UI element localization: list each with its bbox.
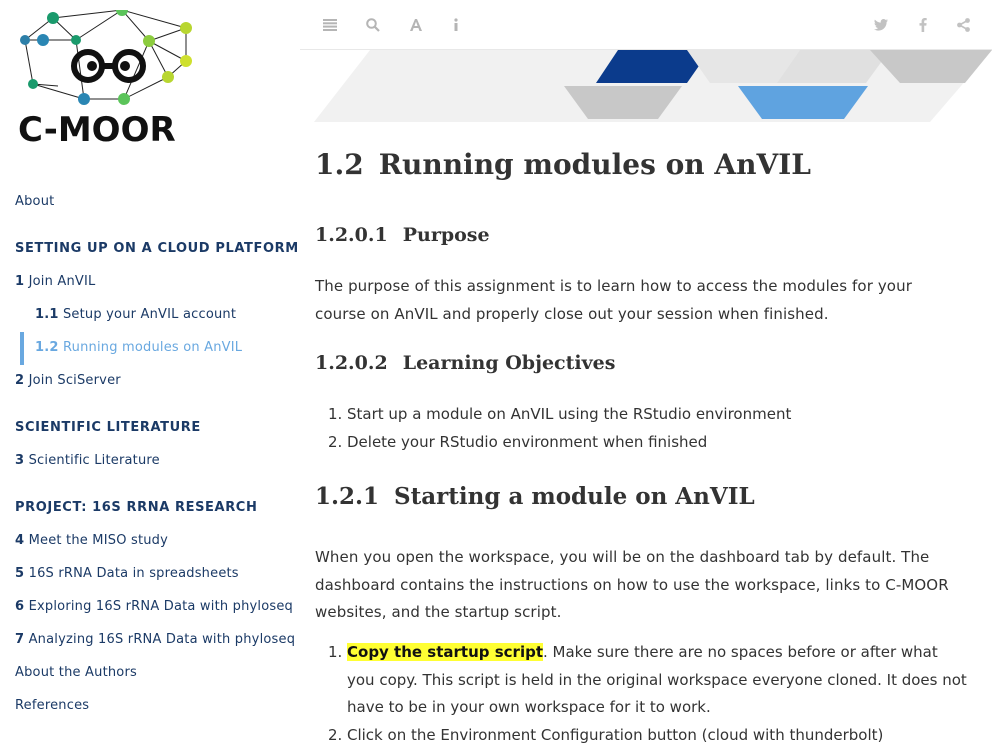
sidebar-item-running-modules-on-anvil[interactable]: 1.2 Running modules on AnVIL — [35, 340, 242, 355]
purpose-paragraph: The purpose of this assignment is to lea… — [315, 277, 912, 323]
sidebar-item-label: Join AnVIL — [28, 274, 96, 289]
section-number: 1.2.0.2 — [315, 352, 388, 374]
sidebar-item-label: Setup your AnVIL account — [62, 307, 237, 322]
starting-heading: 1.2.1 Starting a module on AnVIL — [315, 483, 755, 510]
font-settings-icon[interactable] — [406, 15, 426, 35]
c-moor-logo[interactable]: C-MOOR — [18, 10, 208, 160]
search-icon[interactable] — [363, 15, 383, 35]
sidebar-item-references[interactable]: References — [15, 698, 89, 713]
active-nav-indicator — [20, 332, 24, 365]
sidebar: C-MOOR About SETTING UP ON A CLOUD PLATFO… — [0, 0, 300, 744]
sidebar-item-analyzing-16s-rrna-data-with-phyloseq[interactable]: 7 Analyzing 16S rRNA Data with phyloseq — [15, 632, 295, 647]
sidebar-item-number: 2 — [15, 373, 25, 388]
twitter-icon[interactable] — [871, 15, 891, 35]
sidebar-item-label: 16S rRNA Data in spreadsheets — [28, 566, 239, 581]
list-item: 1. Start up a module on AnVIL using the R… — [315, 401, 970, 429]
sidebar-item-number: 6 — [15, 599, 25, 614]
highlighted-text: Copy the startup script — [347, 643, 543, 661]
sidebar-item-about[interactable]: About — [15, 194, 54, 209]
heading-text: Purpose — [402, 224, 490, 246]
sidebar-item-label: About the Authors — [15, 665, 137, 680]
section-number: 1.2.1 — [315, 483, 380, 510]
sidebar-item-join-sciserver[interactable]: 2 Join SciServer — [15, 373, 121, 388]
list-item: 2. Delete your RStudio environment when f… — [315, 429, 970, 457]
section-number: 1.2 — [315, 148, 364, 181]
sidebar-item-join-anvil[interactable]: 1 Join AnVIL — [15, 274, 95, 289]
objectives-heading: 1.2.0.2 Learning Objectives — [315, 352, 615, 374]
info-icon[interactable] — [446, 15, 466, 35]
list-item-text: Click on the Environment Configuration b… — [347, 725, 884, 744]
sidebar-section-header: SCIENTIFIC LITERATURE — [15, 420, 201, 435]
list-marker: 1. — [328, 643, 343, 661]
sidebar-item-label: Meet the MISO study — [28, 533, 169, 548]
list-item: 1. Copy the startup script. Make sure the… — [315, 639, 970, 722]
share-icon[interactable] — [953, 15, 973, 35]
list-marker: 2. — [328, 725, 343, 744]
page-title: 1.2 Running modules on AnVIL — [315, 148, 811, 181]
list-item-text: Start up a module on AnVIL using the RSt… — [347, 405, 792, 423]
sidebar-item-number: 1 — [15, 274, 25, 289]
sidebar-item-label: Scientific Literature — [28, 453, 160, 468]
list-marker: 1. — [328, 405, 343, 423]
sidebar-item-setup-your-anvil-account[interactable]: 1.1 Setup your AnVIL account — [35, 307, 236, 322]
list-item-text: Delete your RStudio environment when fin… — [347, 432, 708, 451]
sidebar-item-number: 4 — [15, 533, 25, 548]
title-text: Running modules on AnVIL — [378, 148, 811, 181]
heading-text: Learning Objectives — [402, 352, 616, 374]
facebook-icon[interactable] — [913, 15, 933, 35]
sidebar-item-number: 5 — [15, 566, 25, 581]
sidebar-item-scientific-literature[interactable]: 3 Scientific Literature — [15, 453, 160, 468]
objectives-list: 1. Start up a module on AnVIL using the R… — [315, 401, 970, 456]
steps-list: 1. Copy the startup script. Make sure the… — [315, 639, 970, 744]
chapter-banner-image — [314, 50, 992, 122]
sidebar-section-header: PROJECT: 16S RRNA RESEARCH — [15, 500, 258, 515]
sidebar-item-number: 1.1 — [35, 307, 59, 322]
list-item: 2. Click on the Environment Configuration… — [315, 722, 970, 744]
sidebar-item-label: Exploring 16S rRNA Data with phyloseq — [28, 599, 294, 614]
list-marker: 2. — [328, 432, 343, 451]
logo-text: C-MOOR — [18, 110, 176, 150]
sidebar-item-about-the-authors[interactable]: About the Authors — [15, 665, 137, 680]
sidebar-item-label: About — [15, 194, 55, 209]
heading-text: Starting a module on AnVIL — [394, 483, 755, 510]
section-number: 1.2.0.1 — [315, 224, 388, 246]
sidebar-item-number: 1.2 — [35, 340, 59, 355]
starting-paragraph: When you open the workspace, you will be… — [315, 548, 949, 621]
sidebar-item-16s-rrna-data-in-spreadsheets[interactable]: 5 16S rRNA Data in spreadsheets — [15, 566, 239, 581]
sidebar-item-label: Analyzing 16S rRNA Data with phyloseq — [28, 632, 296, 647]
sidebar-item-meet-the-miso-study[interactable]: 4 Meet the MISO study — [15, 533, 168, 548]
purpose-heading: 1.2.0.1 Purpose — [315, 224, 490, 246]
sidebar-section-header: SETTING UP ON A CLOUD PLATFORM — [15, 241, 299, 256]
sidebar-item-number: 7 — [15, 632, 25, 647]
sidebar-item-label: Running modules on AnVIL — [62, 340, 243, 355]
toc-toggle-icon[interactable] — [320, 15, 340, 35]
sidebar-item-label: Join SciServer — [28, 373, 121, 388]
sidebar-item-label: References — [15, 698, 90, 713]
sidebar-item-number: 3 — [15, 453, 25, 468]
book-toolbar — [300, 0, 992, 50]
sidebar-item-exploring-16s-rrna-data-with-phyloseq[interactable]: 6 Exploring 16S rRNA Data with phyloseq — [15, 599, 293, 614]
